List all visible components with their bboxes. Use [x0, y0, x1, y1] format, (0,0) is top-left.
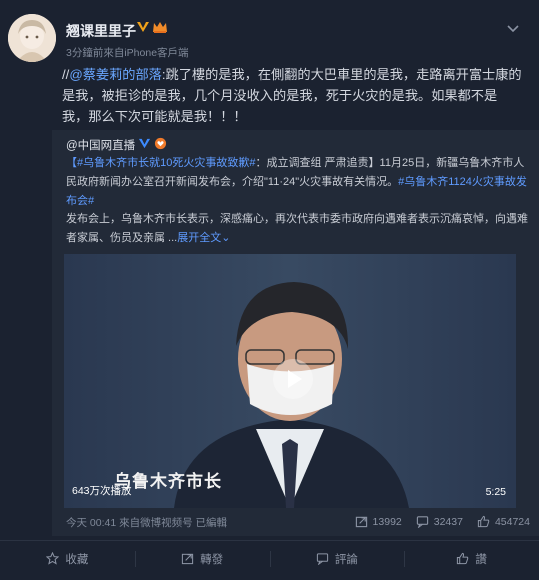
- comment-count: 32437: [433, 515, 463, 528]
- post-body: //@蔡姜莉的部落:跳了樓的是我，在側翻的大巴車里的是我，走路离开富士康的是我，…: [62, 64, 522, 127]
- favorite-label: 收藏: [65, 553, 89, 566]
- video-view-count: 643万次播放: [72, 485, 132, 497]
- expand-link[interactable]: 展开全文: [177, 232, 221, 244]
- video-player[interactable]: 乌鲁木齐市长 643万次播放 5:25: [64, 254, 516, 508]
- mention-link[interactable]: @蔡姜莉的部落: [69, 67, 162, 82]
- repost-body: 【#乌鲁木齐市长就10死火灾事故致歉#：成立调查组 严肃追责】11月25日，新疆…: [66, 154, 530, 248]
- repost-count-stat[interactable]: 13992: [355, 515, 402, 528]
- repost-count: 13992: [372, 515, 402, 528]
- repost-footer: 今天 00:41 來自微博视频号 已編輯 13992 32437 454724: [66, 515, 530, 531]
- repost-author-row: @中国网直播: [66, 137, 167, 153]
- post-header: 翘课里里子 3分鐘前來自iPhone客戶端: [8, 14, 531, 64]
- comment-count-stat[interactable]: 32437: [416, 515, 463, 528]
- thumbs-up-icon: [457, 552, 469, 565]
- share-icon: [182, 553, 194, 565]
- repost-text-2: 发布会上，乌鲁木齐市长表示，深感痛心，再次代表市委市政府向遇难者表示沉痛哀悼，向…: [66, 213, 528, 245]
- comment-button[interactable]: 評論: [269, 541, 405, 576]
- hashtag-link[interactable]: 【#乌鲁木齐市长就10死火灾事故致歉#: [66, 157, 255, 169]
- favorite-button[interactable]: 收藏: [0, 541, 135, 576]
- edited-label[interactable]: 已編輯: [196, 517, 228, 529]
- reposted-content: @中国网直播 【#乌鲁木齐市长就10死火灾事故致歉#：成立调查组 严肃追责】11…: [52, 130, 539, 536]
- action-bar: 收藏 轉發 評論 讚: [0, 540, 539, 576]
- like-button[interactable]: 讚: [404, 541, 539, 576]
- post-meta: 3分鐘前來自iPhone客戶端: [66, 47, 189, 59]
- vip-crown-icon: [152, 20, 168, 39]
- verified-v-icon: [136, 20, 150, 39]
- user-badges: [136, 20, 168, 39]
- share-icon: [355, 516, 367, 528]
- username[interactable]: 翘课里里子: [66, 21, 136, 41]
- repost-button[interactable]: 轉發: [134, 541, 270, 576]
- avatar[interactable]: [8, 14, 56, 62]
- star-icon: [46, 552, 60, 565]
- like-count-stat[interactable]: 454724: [477, 515, 530, 528]
- chevron-down-icon[interactable]: ⌄: [221, 232, 230, 244]
- like-label: 讚: [475, 553, 487, 566]
- chevron-down-icon[interactable]: [505, 20, 521, 36]
- repost-stats: 13992 32437 454724: [355, 515, 530, 528]
- like-count: 454724: [494, 515, 530, 528]
- play-button[interactable]: [273, 359, 313, 399]
- repost-label: 轉發: [200, 553, 224, 566]
- video-duration: 5:25: [485, 486, 506, 498]
- heart-badge-icon: [154, 137, 167, 153]
- repost-time: 今天 00:41 來自微博视频号: [66, 517, 193, 529]
- thumbs-up-icon: [477, 515, 490, 528]
- comment-label: 評論: [334, 553, 358, 566]
- verified-blue-icon: [138, 137, 151, 153]
- weibo-post-card: 翘课里里子 3分鐘前來自iPhone客戶端 //@蔡姜莉的部落:跳了樓的是我，在…: [0, 0, 539, 580]
- comment-icon: [316, 553, 328, 565]
- comment-icon: [416, 516, 428, 528]
- repost-meta: 今天 00:41 來自微博视频号 已編輯: [66, 515, 227, 530]
- repost-author-name[interactable]: @中国网直播: [66, 137, 135, 153]
